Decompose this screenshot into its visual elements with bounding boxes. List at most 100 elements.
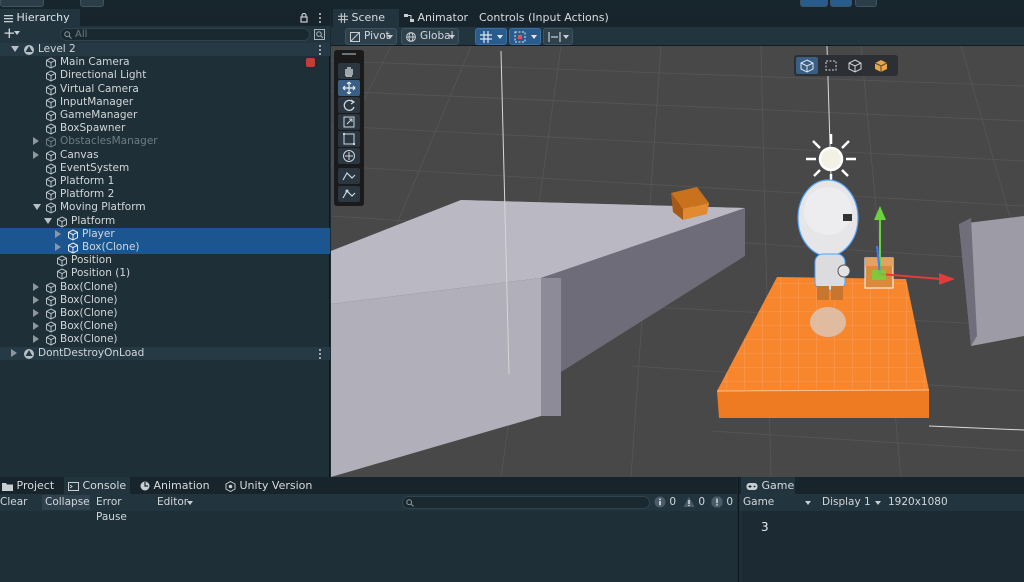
hierarchy-row[interactable]: Box(Clone) [0,320,330,333]
rotate-tool[interactable] [338,97,360,113]
tab-project[interactable]: Project [0,477,56,494]
hierarchy-row[interactable]: Platform 1 [0,175,330,188]
hierarchy-row[interactable]: InputManager [0,96,330,109]
hierarchy-row[interactable]: Position [0,254,330,267]
resolution-dropdown[interactable]: 1920x1080 [888,495,958,510]
game-tabbar: Game [739,477,1024,494]
tools-drag-handle[interactable] [342,53,356,55]
tab-controls-input-actions[interactable]: Controls (Input Actions) [479,9,609,27]
tab-game[interactable]: Game [741,477,795,494]
hierarchy-row[interactable]: Box(Clone) [0,281,330,294]
hierarchy-row[interactable]: Main Camera [0,56,330,69]
search-filter-icon[interactable] [314,29,325,40]
info-count-toggle[interactable]: 0 [654,495,680,510]
expand-arrow-icon[interactable] [11,348,17,357]
hierarchy-search-input[interactable]: All [60,28,310,41]
account-button[interactable] [0,0,44,7]
view-cube-button[interactable] [796,57,818,74]
expand-arrow-icon[interactable] [33,322,39,331]
hierarchy-row[interactable]: Directional Light [0,69,330,82]
error-pause-button[interactable]: Error Pause [96,495,154,523]
increment-snap-toggle[interactable] [509,28,541,45]
tab-animator[interactable]: Animator [401,9,475,27]
hierarchy-scene-row[interactable]: Level 2 [0,43,330,57]
snap-settings-button[interactable] [543,28,573,45]
hierarchy-row[interactable]: Box(Clone) [0,333,330,346]
gameobject-cube-icon [68,229,78,241]
expand-arrow-icon[interactable] [33,309,39,317]
hierarchy-row[interactable]: Box(Clone) [0,241,330,255]
hierarchy-menu-kebab[interactable] [319,12,322,23]
play-button[interactable] [800,0,828,7]
editor-dropdown[interactable]: Editor [157,495,191,510]
hierarchy-row[interactable]: Player [0,227,330,241]
expand-arrow-icon[interactable] [33,295,39,304]
scene-viewport[interactable] [331,46,1024,477]
custom-tool-2[interactable] [338,186,360,202]
hierarchy-row[interactable]: BoxSpawner [0,122,330,135]
collapse-button[interactable]: Collapse [42,495,90,510]
wire-view-button[interactable] [844,57,866,74]
display-dropdown[interactable]: Display 1 [822,495,872,510]
global-dropdown-arrow [449,35,455,39]
gameobject-cube-icon [57,216,67,228]
expand-arrow-icon[interactable] [33,137,39,146]
hierarchy-row[interactable]: Moving Platform [0,201,330,214]
cloud-button[interactable] [80,0,104,7]
hierarchy-tree: Level 2 Main Camera Directional Light Virtu… [0,43,330,477]
version-control-icon [225,480,236,492]
expand-arrow-icon[interactable] [33,282,39,291]
add-dropdown-arrow[interactable] [14,31,20,35]
warning-count: 0 [698,496,706,508]
console-search-input[interactable] [402,496,650,509]
tab-animation[interactable]: Animation [140,477,216,494]
rect-tool[interactable] [338,131,360,147]
lock-icon[interactable] [300,13,308,23]
error-count-toggle[interactable]: 0 [711,495,735,510]
global-toggle[interactable]: Global [401,28,459,45]
hierarchy-row[interactable]: Box(Clone) [0,294,330,307]
console-icon [68,481,79,491]
collapse-arrow-icon[interactable] [11,46,19,52]
move-tool[interactable] [338,80,360,96]
scene-menu-kebab[interactable] [319,44,322,55]
custom-tool-1[interactable] [338,168,360,184]
scene-menu-kebab[interactable] [319,348,322,359]
hand-tool[interactable] [338,63,360,79]
shaded-view-button[interactable] [870,57,892,74]
hierarchy-row[interactable]: Box(Clone) [0,307,330,320]
hierarchy-toolbar: + All [0,24,330,43]
scale-tool[interactable] [338,114,360,130]
expand-arrow-icon[interactable] [55,243,61,251]
expand-arrow-icon[interactable] [33,335,39,344]
tab-scene[interactable]: Scene [333,9,399,27]
grid-snap-toggle[interactable] [475,28,507,45]
tab-console[interactable]: Console [64,477,130,494]
hierarchy-row[interactable]: GameManager [0,109,330,122]
step-button[interactable] [855,0,877,7]
collapse-arrow-icon[interactable] [44,217,52,224]
hierarchy-row[interactable]: ObstaclesManager [0,135,330,148]
game-viewport[interactable]: 3 [742,511,1024,582]
hierarchy-row[interactable]: Canvas [0,149,330,162]
rect-view-button[interactable] [820,57,842,74]
expand-arrow-icon[interactable] [33,150,39,159]
hierarchy-row[interactable]: Platform [0,215,330,228]
warning-count-toggle[interactable]: 0 [683,495,709,510]
rotate-icon [343,99,356,111]
tab-unity-version-control[interactable]: Unity Version Control [225,477,355,509]
hierarchy-row[interactable]: Platform 2 [0,188,330,201]
pause-button[interactable] [830,0,852,7]
expand-arrow-icon[interactable] [55,229,61,238]
hierarchy-row[interactable]: Position (1) [0,267,330,280]
hierarchy-row[interactable]: Virtual Camera [0,83,330,96]
increment-snap-dropdown [531,35,537,39]
hierarchy-row[interactable]: EventSystem [0,162,330,175]
transform-tool[interactable] [338,148,360,164]
game-mode-dropdown[interactable]: Game [743,495,803,510]
folder-icon [2,482,13,491]
pivot-toggle[interactable]: Pivot [345,28,397,45]
clear-button[interactable]: Clear [0,495,40,510]
hierarchy-scene-row[interactable]: DontDestroyOnLoad [0,346,330,360]
collapse-arrow-icon[interactable] [33,204,41,211]
